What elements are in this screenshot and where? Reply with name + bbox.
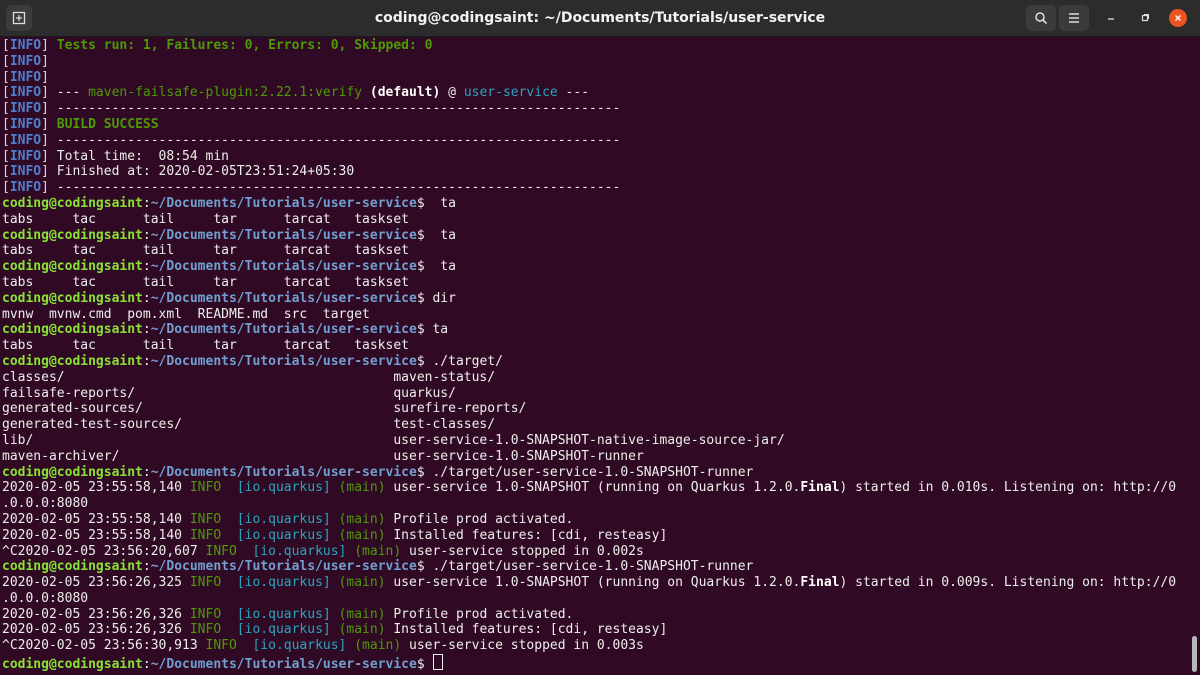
output-line: lib/ user-service-1.0-SNAPSHOT-native-im… xyxy=(2,432,785,448)
log-line: [INFO] Tests run: 1, Failures: 0, Errors… xyxy=(2,38,433,53)
output-line: generated-test-sources/ test-classes/ xyxy=(2,417,496,433)
prompt-line: coding@codingsaint:~/Documents/Tutorials… xyxy=(2,464,754,480)
log-line: ^C2020-02-05 23:56:20,607 INFO [io.quark… xyxy=(2,543,644,559)
search-icon xyxy=(1035,12,1048,25)
output-line: maven-archiver/ user-service-1.0-SNAPSHO… xyxy=(2,448,644,464)
maximize-button[interactable] xyxy=(1136,9,1154,27)
log-line: [INFO] ---------------------------------… xyxy=(2,101,621,117)
output-line: tabs tac tail tar tarcat taskset xyxy=(2,211,409,227)
log-line: [INFO] BUILD SUCCESS xyxy=(2,116,159,132)
output-line: mvnw mvnw.cmd pom.xml README.md src targ… xyxy=(2,306,370,322)
close-icon xyxy=(1175,15,1181,21)
output-line: tabs tac tail tar tarcat taskset xyxy=(2,338,409,354)
output-line: tabs tac tail tar tarcat taskset xyxy=(2,243,409,259)
log-line: [INFO] ---------------------------------… xyxy=(2,132,621,148)
search-button[interactable] xyxy=(1026,5,1056,31)
scrollbar-thumb[interactable] xyxy=(1192,636,1197,672)
log-line: [INFO] --- maven-failsafe-plugin:2.22.1:… xyxy=(2,85,590,101)
hamburger-menu-icon xyxy=(1069,13,1079,23)
prompt-line: coding@codingsaint:~/Documents/Tutorials… xyxy=(2,353,503,369)
log-line: 2020-02-05 23:55:58,140 INFO [io.quarkus… xyxy=(2,480,1177,496)
log-line: [INFO] xyxy=(2,69,49,85)
log-line: 2020-02-05 23:56:26,326 INFO [io.quarkus… xyxy=(2,622,668,638)
log-line: ^C2020-02-05 23:56:30,913 INFO [io.quark… xyxy=(2,638,644,654)
output-line: generated-sources/ surefire-reports/ xyxy=(2,401,527,417)
text-cursor[interactable] xyxy=(433,654,444,671)
output-line: tabs tac tail tar tarcat taskset xyxy=(2,274,409,290)
minimize-button[interactable] xyxy=(1102,9,1120,27)
window-title: coding@codingsaint: ~/Documents/Tutorial… xyxy=(374,10,826,26)
log-line: 2020-02-05 23:56:26,325 INFO [io.quarkus… xyxy=(2,575,1177,591)
log-line: 2020-02-05 23:55:58,140 INFO [io.quarkus… xyxy=(2,511,574,527)
scrollbar[interactable] xyxy=(1189,38,1200,675)
minimize-icon xyxy=(1108,18,1114,20)
log-line: .0.0.0:8080 xyxy=(2,590,89,606)
prompt-line: coding@codingsaint:~/Documents/Tutorials… xyxy=(2,195,456,211)
log-line: 2020-02-05 23:56:26,326 INFO [io.quarkus… xyxy=(2,606,574,622)
terminal-output[interactable]: [INFO] Tests run: 1, Failures: 0, Errors… xyxy=(2,38,1184,672)
log-line: 2020-02-05 23:55:58,140 INFO [io.quarkus… xyxy=(2,527,668,543)
menu-button[interactable] xyxy=(1059,5,1089,31)
title-bar: coding@codingsaint: ~/Documents/Tutorial… xyxy=(0,0,1200,37)
log-line: .0.0.0:8080 xyxy=(2,496,89,512)
log-line: [INFO] ---------------------------------… xyxy=(2,180,621,196)
output-line: failsafe-reports/ quarkus/ xyxy=(2,385,456,401)
prompt-line: coding@codingsaint:~/Documents/Tutorials… xyxy=(2,227,456,243)
active-prompt-line: coding@codingsaint:~/Documents/Tutorials… xyxy=(2,654,1184,672)
log-line: [INFO] Finished at: 2020-02-05T23:51:24+… xyxy=(2,164,355,180)
log-line: [INFO] Total time: 08:54 min xyxy=(2,148,229,164)
prompt-line: coding@codingsaint:~/Documents/Tutorials… xyxy=(2,290,456,306)
close-button[interactable] xyxy=(1169,9,1187,27)
prompt-line: coding@codingsaint:~/Documents/Tutorials… xyxy=(2,559,754,575)
maximize-icon xyxy=(1141,14,1149,22)
prompt-line: coding@codingsaint:~/Documents/Tutorials… xyxy=(2,259,456,275)
log-line: [INFO] xyxy=(2,53,49,69)
output-line: classes/ maven-status/ xyxy=(2,369,496,385)
prompt-line: coding@codingsaint:~/Documents/Tutorials… xyxy=(2,322,449,338)
